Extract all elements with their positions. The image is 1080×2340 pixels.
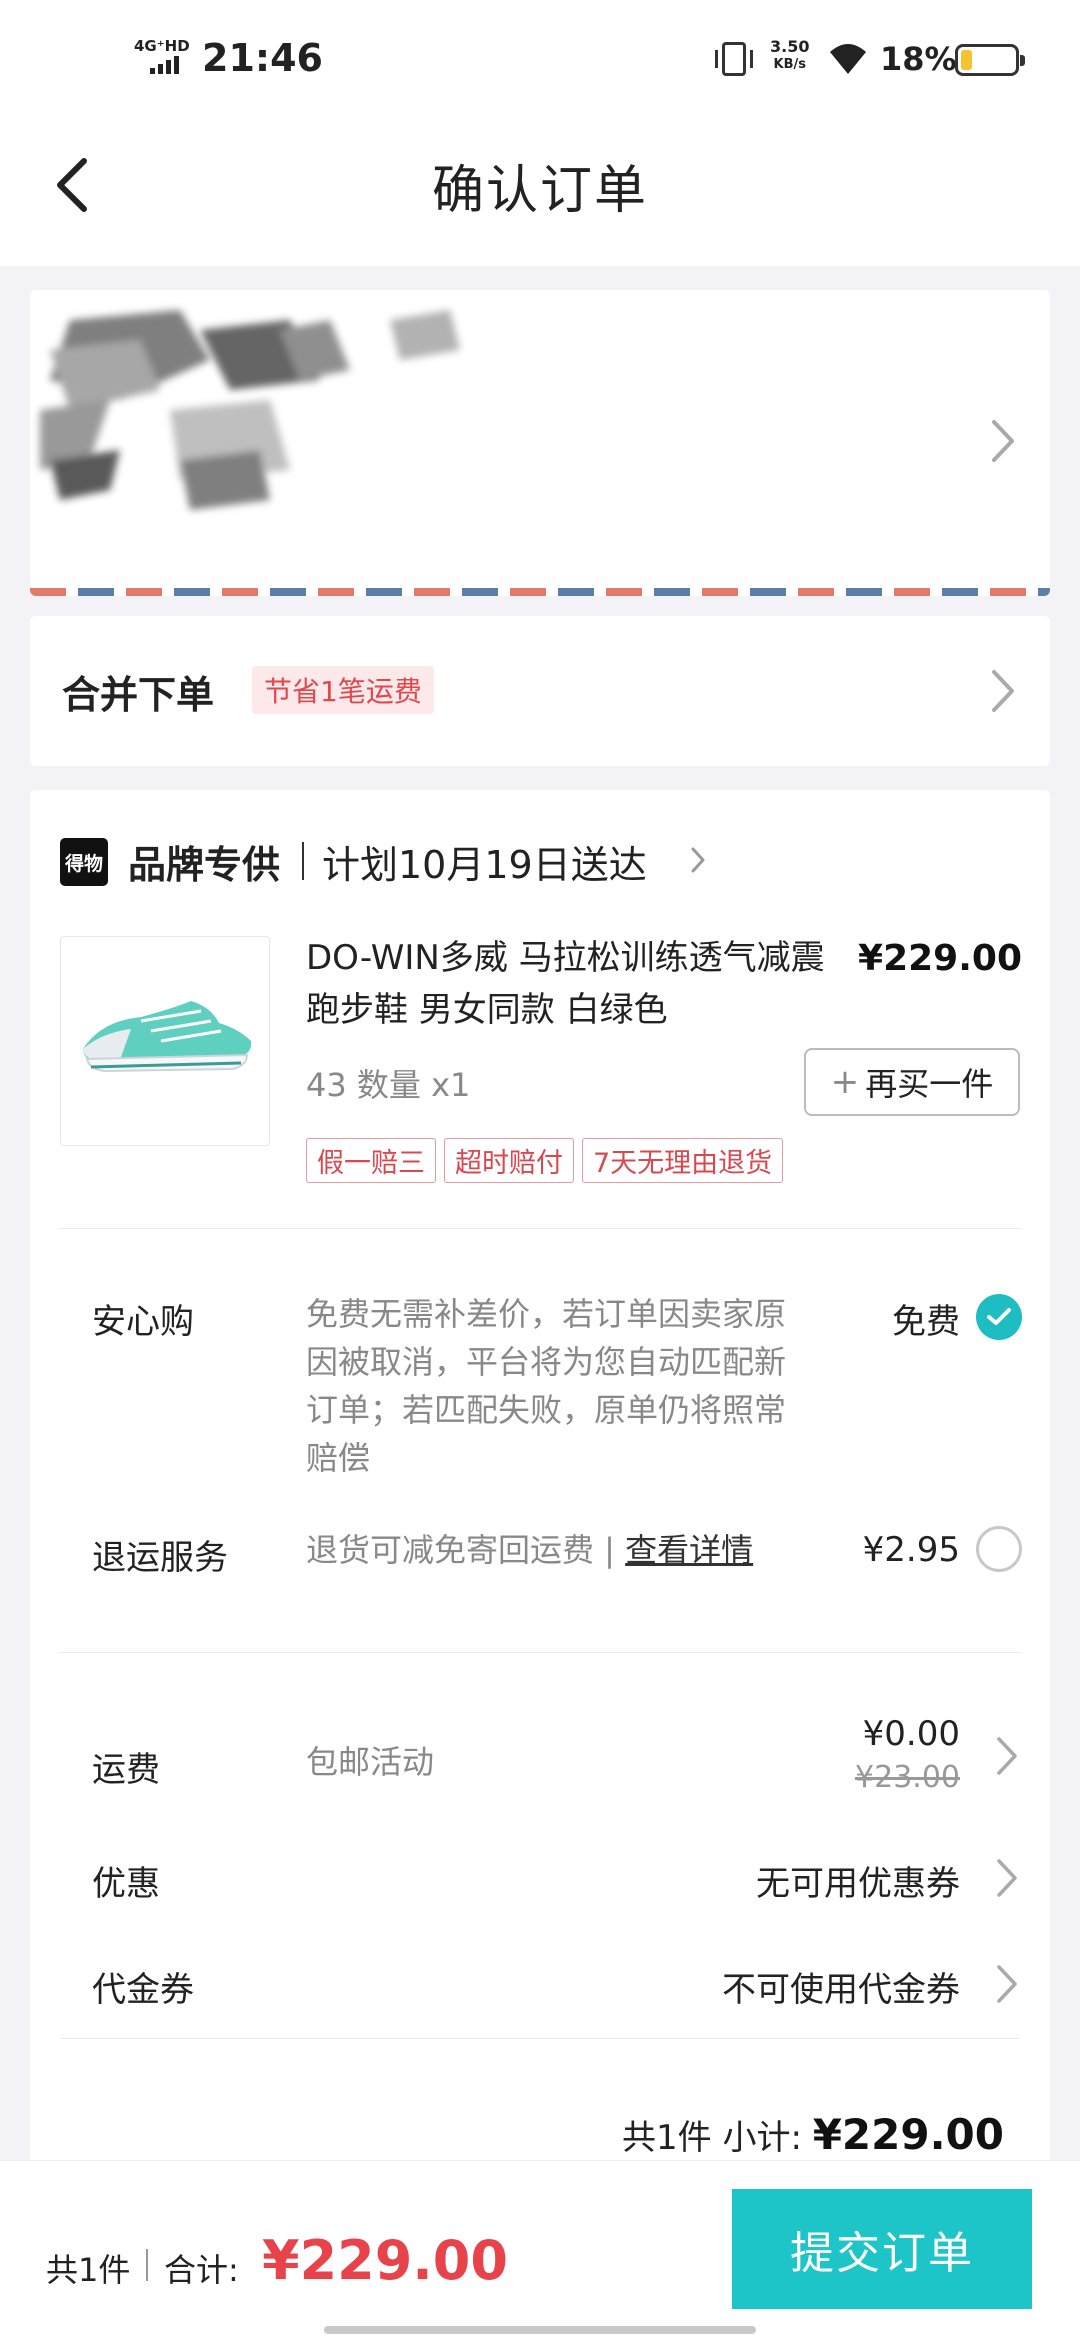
return-service-checkbox[interactable] <box>976 1526 1022 1572</box>
merge-order-badge: 节省1笔运费 <box>252 666 434 714</box>
airmail-border <box>30 588 1050 596</box>
signal-icon <box>150 56 179 74</box>
return-service-label: 退运服务 <box>92 1538 228 1578</box>
network-speed-unit: KB/s <box>773 57 806 72</box>
status-bar: 4G⁺HD 21:46 3.50 KB/s 18% <box>0 0 1080 120</box>
item-count: 共1件 <box>46 2251 131 2289</box>
divider <box>60 1228 1020 1229</box>
return-service-desc-text: 退货可减免寄回运费 | <box>306 1531 626 1569</box>
chevron-right-icon[interactable] <box>996 1736 1018 1776</box>
anxin-label: 安心购 <box>92 1302 194 1342</box>
anxin-checkbox[interactable] <box>976 1294 1022 1340</box>
product-spec: 43 数量 x1 <box>306 1066 471 1104</box>
battery-icon <box>955 44 1025 76</box>
service-tag: 超时赔付 <box>444 1138 574 1183</box>
total-label: 合计: <box>164 2251 239 2289</box>
chevron-right-icon <box>992 420 1014 462</box>
merge-order-title: 合并下单 <box>62 673 215 717</box>
discount-label: 优惠 <box>92 1864 160 1904</box>
plus-icon: + <box>830 1062 860 1102</box>
shipping-fee[interactable]: ¥0.00 ¥23.00 <box>855 1712 960 1800</box>
submit-order-button[interactable]: 提交订单 <box>732 2189 1032 2309</box>
shipping-fee-original: ¥23.00 <box>855 1760 960 1795</box>
address-card[interactable] <box>30 290 1050 596</box>
buy-another-label: 再买一件 <box>865 1065 994 1103</box>
shipping-label: 运费 <box>92 1750 160 1790</box>
view-details-link[interactable]: 查看详情 <box>625 1531 753 1569</box>
return-service-price: ¥2.95 <box>862 1530 960 1570</box>
brand-name: 品牌专供 <box>128 843 281 887</box>
network-speed-value: 3.50 <box>770 37 810 56</box>
merge-order-row[interactable]: 合并下单 节省1笔运费 <box>30 616 1050 766</box>
order-card: 得物 品牌专供 计划10月19日送达 DO-WIN多威 马拉松训练透气减震跑步鞋… <box>30 790 1050 2210</box>
chevron-right-icon[interactable] <box>996 1858 1018 1898</box>
voucher-value[interactable]: 不可使用代金券 <box>722 1962 960 2011</box>
chevron-right-icon[interactable] <box>996 1964 1018 2004</box>
chevron-right-icon[interactable] <box>690 846 706 874</box>
buy-another-button[interactable]: + 再买一件 <box>804 1048 1020 1116</box>
service-tags: 假一赔三 超时赔付 7天无理由退货 <box>306 1138 784 1183</box>
chevron-right-icon <box>992 670 1014 712</box>
shipping-description: 包邮活动 <box>306 1743 435 1781</box>
subtotal: 共1件 小计: ¥229.00 <box>622 2110 1004 2159</box>
product-image[interactable] <box>60 936 270 1146</box>
subtotal-label: 共1件 小计: <box>622 2118 813 2158</box>
brand-logo: 得物 <box>60 838 108 886</box>
checkout-bar: 共1件 合计: ¥229.00 提交订单 <box>0 2160 1080 2340</box>
brand-separator <box>302 842 304 880</box>
separator <box>146 2249 148 2281</box>
service-tag: 7天无理由退货 <box>582 1138 784 1183</box>
wifi-icon <box>830 44 866 74</box>
subtotal-amount: ¥229.00 <box>812 2110 1004 2159</box>
network-indicator: 4G⁺HD <box>134 37 190 55</box>
divider <box>60 2038 1020 2039</box>
discount-value[interactable]: 无可用优惠券 <box>756 1856 960 1905</box>
voucher-label: 代金券 <box>92 1970 194 2010</box>
home-indicator[interactable] <box>324 2326 756 2334</box>
network-speed: 3.50 KB/s <box>770 38 809 74</box>
anxin-value: 免费 <box>892 1302 960 1342</box>
return-service-description: 退货可减免寄回运费 | 查看详情 <box>306 1526 753 1574</box>
battery-percentage: 18% <box>880 40 957 78</box>
total-amount: ¥229.00 <box>262 2229 508 2292</box>
product-title[interactable]: DO-WIN多威 马拉松训练透气减震跑步鞋 男女同款 白绿色 <box>306 932 846 1036</box>
shipping-fee-value: ¥0.00 <box>862 1714 960 1754</box>
check-icon <box>987 1308 1011 1325</box>
delivery-plan[interactable]: 计划10月19日送达 <box>322 834 647 889</box>
page-title: 确认订单 <box>431 161 648 221</box>
sneaker-icon <box>83 1001 252 1073</box>
address-redacted-overlay <box>40 310 460 510</box>
anxin-description: 免费无需补差价，若订单因卖家原因被取消，平台将为您自动匹配新订单；若匹配失败，原… <box>306 1295 787 1477</box>
service-tag: 假一赔三 <box>306 1138 436 1183</box>
divider <box>60 1652 1020 1653</box>
product-price: ¥229.00 <box>858 938 1022 979</box>
vibrate-icon <box>715 42 753 76</box>
clock: 21:46 <box>202 36 323 80</box>
